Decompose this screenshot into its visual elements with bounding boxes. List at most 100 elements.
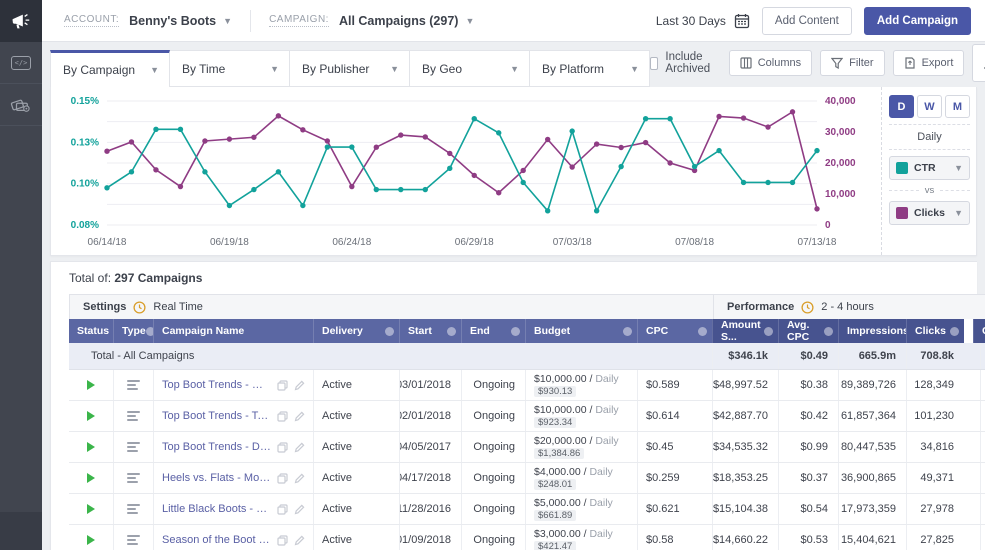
metric1-select[interactable]: CTR ▼ — [889, 156, 970, 180]
info-icon[interactable] — [950, 327, 959, 336]
campaign-name-link[interactable]: Top Boot Trends - Desktop — [162, 441, 272, 453]
chart-controls-panel: DWM Daily CTR ▼ vs Clicks ▼ — [881, 87, 977, 255]
cell-clicks: 27,825 — [906, 525, 964, 550]
info-icon[interactable] — [511, 327, 520, 336]
campaign-value: All Campaigns (297) — [339, 14, 458, 28]
column-header-amount_spent[interactable]: Amount S... — [712, 319, 778, 343]
copy-icon[interactable] — [277, 411, 288, 422]
copy-icon[interactable] — [277, 473, 288, 484]
column-header-cpc[interactable]: CPC — [637, 319, 712, 343]
campaign-name-link[interactable]: Top Boot Trends - Tablet — [162, 410, 272, 422]
column-header-end[interactable]: End — [461, 319, 525, 343]
play-status-icon[interactable] — [87, 442, 95, 452]
play-status-icon[interactable] — [87, 535, 95, 545]
play-status-icon[interactable] — [87, 380, 95, 390]
total-clicks: 708.8k — [906, 343, 964, 369]
cell-budget: $5,000.00 / Daily$661.89 — [525, 494, 637, 524]
granularity-m-button[interactable]: M — [945, 95, 970, 118]
pencil-icon[interactable] — [294, 504, 305, 515]
column-header-budget[interactable]: Budget — [525, 319, 637, 343]
pencil-icon[interactable] — [294, 411, 305, 422]
pencil-icon[interactable] — [294, 380, 305, 391]
hide-chart-button[interactable]: Hide Chart — [972, 44, 985, 82]
column-header-delivery[interactable]: Delivery — [313, 319, 399, 343]
column-label: Impressions — [847, 325, 909, 337]
copy-icon[interactable] — [277, 535, 288, 546]
column-header-clicks[interactable]: Clicks — [906, 319, 964, 343]
column-header-status[interactable]: Status — [69, 319, 113, 343]
include-archived-checkbox[interactable] — [650, 57, 658, 70]
cell-start: 01/09/2018 — [399, 525, 461, 550]
pencil-icon[interactable] — [294, 473, 305, 484]
main-area: ACCOUNT: Benny's Boots▼ CAMPAIGN: All Ca… — [42, 0, 985, 550]
info-icon[interactable] — [764, 327, 773, 336]
sidebar-item-tags[interactable] — [0, 84, 42, 126]
column-header-name[interactable]: Campaign Name — [153, 319, 313, 343]
cell-avg_cpc: $0.53 — [778, 525, 838, 550]
sidebar-item-campaigns[interactable] — [0, 0, 42, 42]
svg-text:07/03/18: 07/03/18 — [553, 237, 592, 248]
column-header-type[interactable]: Type — [113, 319, 153, 343]
cell-start: 03/01/2018 — [399, 370, 461, 400]
filter-button[interactable]: Filter — [820, 50, 884, 76]
cell-status — [69, 401, 113, 431]
copy-icon[interactable] — [277, 442, 288, 453]
copy-icon[interactable] — [277, 380, 288, 391]
include-archived-toggle[interactable]: Include Archived — [650, 51, 715, 75]
pencil-icon[interactable] — [294, 535, 305, 546]
budget-period: Daily — [589, 497, 612, 509]
tab-by-publisher[interactable]: By Publisher▼ — [290, 50, 410, 87]
info-icon[interactable] — [824, 327, 833, 336]
cell-clicks: 101,230 — [906, 401, 964, 431]
date-range-picker[interactable]: Last 30 Days — [656, 13, 750, 29]
cell-avg_cpc: $0.54 — [778, 494, 838, 524]
cell-type — [113, 401, 153, 431]
settings-freshness: Real Time — [153, 301, 203, 313]
granularity-w-button[interactable]: W — [917, 95, 942, 118]
campaign-name-link[interactable]: Heels vs. Flats - Mobile — [162, 472, 272, 484]
info-icon[interactable] — [698, 327, 707, 336]
column-label: Budget — [534, 325, 570, 337]
play-status-icon[interactable] — [87, 473, 95, 483]
budget-period: Daily — [595, 373, 618, 385]
report-tabs-row: By Campaign▼By Time▼By Publisher▼By Geo▼… — [50, 50, 977, 87]
column-label: Type — [122, 325, 146, 337]
campaign-name-link[interactable]: Little Black Boots - Desktop — [162, 503, 272, 515]
column-header-start[interactable]: Start — [399, 319, 461, 343]
add-content-button[interactable]: Add Content — [762, 7, 852, 35]
divider — [889, 124, 970, 125]
metric2-select[interactable]: Clicks ▼ — [889, 201, 970, 225]
info-icon[interactable] — [623, 327, 632, 336]
total-impressions: 665.9m — [838, 343, 906, 369]
play-status-icon[interactable] — [87, 504, 95, 514]
budget-amount: $5,000.00 / — [534, 497, 587, 509]
play-status-icon[interactable] — [87, 411, 95, 421]
info-icon[interactable] — [447, 327, 456, 336]
column-header-cut[interactable]: C... — [973, 319, 985, 343]
info-icon[interactable] — [385, 327, 394, 336]
cell-amount_spent: $34,535.32 — [712, 432, 778, 462]
tab-by-time[interactable]: By Time▼ — [170, 50, 290, 87]
export-button[interactable]: Export — [893, 50, 965, 76]
campaign-selector[interactable]: CAMPAIGN: All Campaigns (297)▼ — [269, 14, 474, 28]
copy-icon[interactable] — [277, 504, 288, 515]
columns-button[interactable]: Columns — [729, 50, 812, 76]
cell-amount_spent: $15,104.38 — [712, 494, 778, 524]
table-row: Heels vs. Flats - MobileActive04/17/2018… — [69, 463, 985, 494]
pencil-icon[interactable] — [294, 442, 305, 453]
campaign-name-link[interactable]: Season of the Boot - Mob... — [162, 534, 272, 546]
column-header-impressions[interactable]: Impressions — [838, 319, 906, 343]
account-selector[interactable]: ACCOUNT: Benny's Boots▼ — [64, 14, 232, 28]
divider — [889, 149, 970, 150]
campaigns-table-card: Total of: 297 Campaigns Settings Real Ti… — [50, 261, 977, 550]
granularity-d-button[interactable]: D — [889, 95, 914, 118]
column-header-avg_cpc[interactable]: Avg. CPC — [778, 319, 838, 343]
tab-by-platform[interactable]: By Platform▼ — [530, 50, 650, 87]
cell-amount_spent: $48,997.52 — [712, 370, 778, 400]
campaign-name-link[interactable]: Top Boot Trends - Mobile — [162, 379, 272, 391]
performance-group-header: Performance 2 - 4 hours — [713, 295, 985, 319]
tab-by-campaign[interactable]: By Campaign▼ — [50, 50, 170, 87]
add-campaign-button[interactable]: Add Campaign — [864, 7, 971, 35]
sidebar-item-code[interactable]: </> — [0, 42, 42, 84]
tab-by-geo[interactable]: By Geo▼ — [410, 50, 530, 87]
